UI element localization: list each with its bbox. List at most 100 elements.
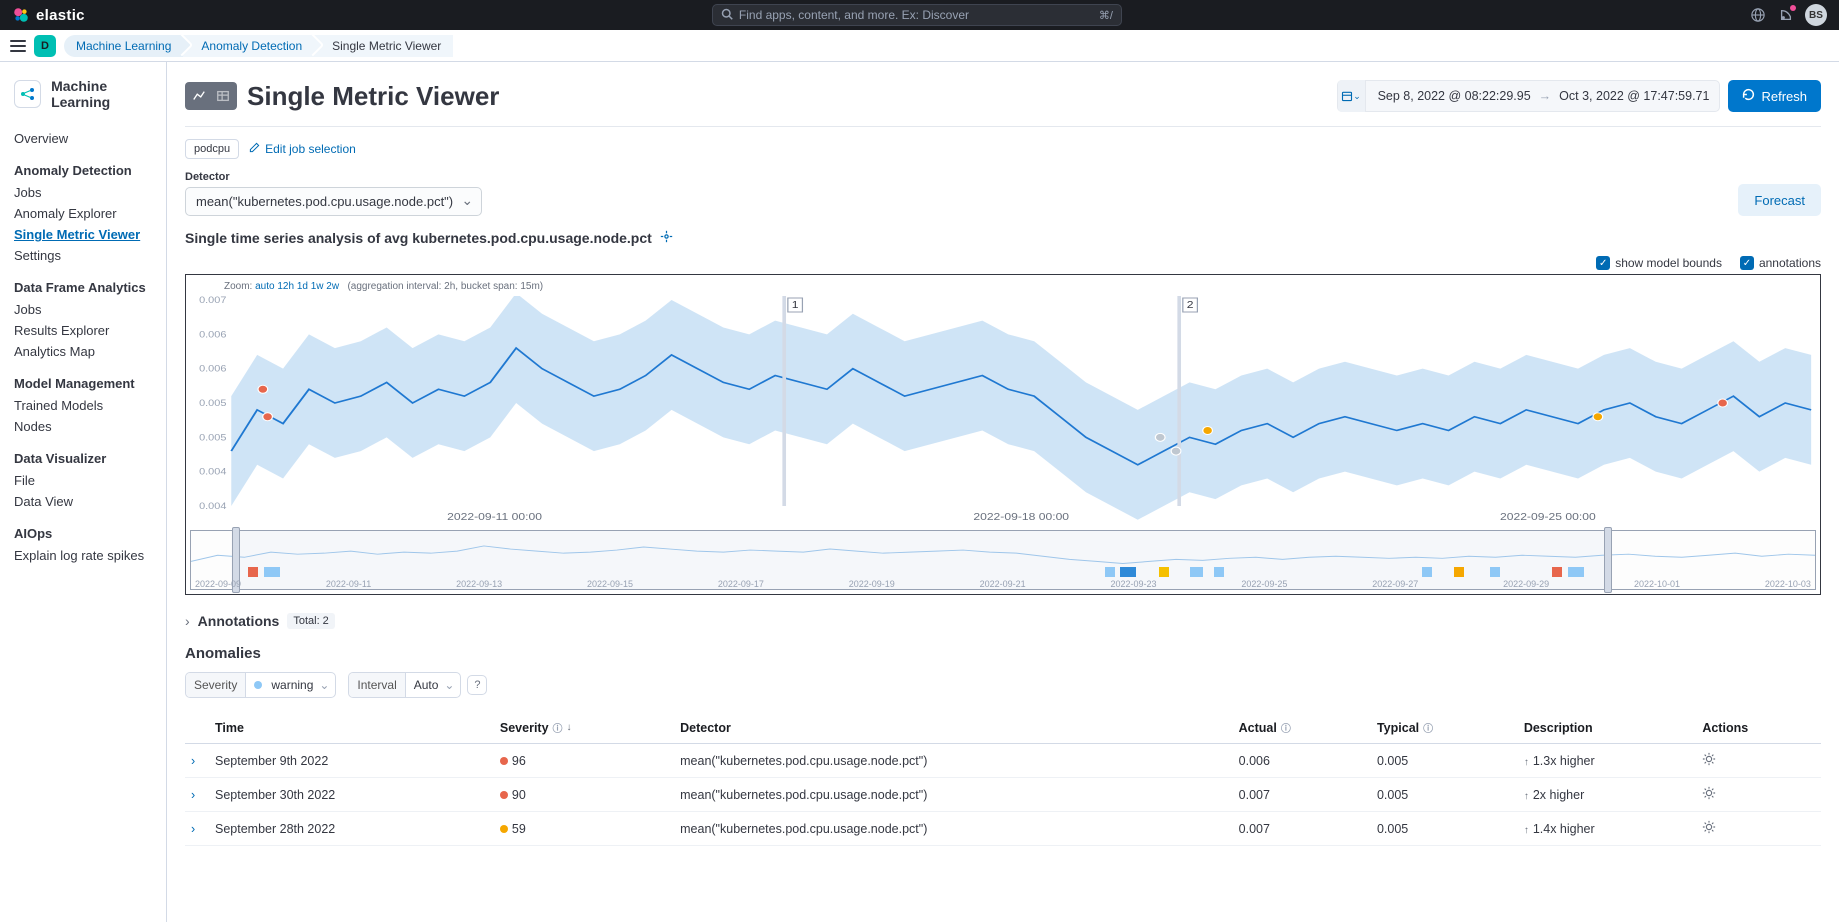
- date-from: Sep 8, 2022 @ 08:22:29.95: [1378, 89, 1531, 103]
- chevron-right-icon: ›: [185, 613, 190, 629]
- table-header[interactable]: Severity ⓘ ↓: [494, 712, 674, 744]
- svg-text:0.006: 0.006: [199, 330, 227, 340]
- breadcrumb-item[interactable]: Anomaly Detection: [183, 35, 314, 57]
- cell-time: September 30th 2022: [209, 778, 494, 812]
- interval-filter[interactable]: Interval Auto: [348, 672, 461, 698]
- cell-detector: mean("kubernetes.pod.cpu.usage.node.pct"…: [674, 778, 1233, 812]
- global-search[interactable]: Find apps, content, and more. Ex: Discov…: [712, 4, 1122, 26]
- svg-text:0.004: 0.004: [199, 502, 227, 512]
- zoom-option[interactable]: auto: [255, 281, 274, 292]
- swimlane-block[interactable]: [1190, 567, 1203, 577]
- cell-detector: mean("kubernetes.pod.cpu.usage.node.pct"…: [674, 744, 1233, 778]
- cell-time: September 9th 2022: [209, 744, 494, 778]
- chart-canvas: 0.0070.0060.0060.0050.0050.0040.00412202…: [190, 296, 1816, 526]
- nav-section-title: Anomaly Detection: [14, 163, 166, 178]
- swimlane-block[interactable]: [264, 567, 280, 577]
- swimlane-block[interactable]: [248, 567, 258, 577]
- sidebar-item[interactable]: Nodes: [14, 416, 166, 437]
- swimlane-block[interactable]: [1568, 567, 1584, 577]
- sidebar-item[interactable]: Single Metric Viewer: [14, 224, 166, 245]
- table-header[interactable]: Description: [1518, 712, 1697, 744]
- table-header[interactable]: Actual ⓘ: [1233, 712, 1371, 744]
- view-mode-toggle[interactable]: [185, 82, 237, 110]
- expand-row-icon[interactable]: ›: [185, 812, 209, 846]
- svg-text:2022-09-25 00:00: 2022-09-25 00:00: [1500, 512, 1596, 523]
- row-actions[interactable]: [1696, 744, 1821, 778]
- sidebar-item[interactable]: Analytics Map: [14, 341, 166, 362]
- sidebar-item[interactable]: Jobs: [14, 182, 166, 203]
- cell-typical: 0.005: [1371, 744, 1518, 778]
- swimlane-block[interactable]: [1552, 567, 1562, 577]
- expand-row-icon[interactable]: ›: [185, 744, 209, 778]
- swimlane-block[interactable]: [1422, 567, 1432, 577]
- sidebar-item[interactable]: Data View: [14, 491, 166, 512]
- help-icon[interactable]: [1749, 6, 1767, 24]
- sidebar-item[interactable]: Settings: [14, 245, 166, 266]
- brand[interactable]: elastic: [12, 6, 85, 24]
- sidebar-item[interactable]: Trained Models: [14, 395, 166, 416]
- cell-typical: 0.005: [1371, 778, 1518, 812]
- sidebar-item[interactable]: File: [14, 470, 166, 491]
- sidebar-item[interactable]: Explain log rate spikes: [14, 545, 166, 566]
- swimlane-block[interactable]: [1490, 567, 1500, 577]
- date-range-picker[interactable]: ⌄ Sep 8, 2022 @ 08:22:29.95 → Oct 3, 202…: [1337, 80, 1721, 112]
- table-header[interactable]: Detector: [674, 712, 1233, 744]
- table-header[interactable]: Typical ⓘ: [1371, 712, 1518, 744]
- cell-time: September 28th 2022: [209, 812, 494, 846]
- swimlane-block[interactable]: [1105, 567, 1115, 577]
- breadcrumb-item[interactable]: Machine Learning: [64, 35, 183, 57]
- breadcrumbs: Machine LearningAnomaly DetectionSingle …: [64, 35, 453, 57]
- context-chart[interactable]: 2022-09-092022-09-112022-09-132022-09-15…: [190, 530, 1816, 590]
- forecast-button[interactable]: Forecast: [1738, 184, 1821, 216]
- chart-view-icon[interactable]: [188, 85, 210, 107]
- annotations-accordion[interactable]: › Annotations Total: 2: [185, 613, 1821, 629]
- space-badge[interactable]: D: [34, 35, 56, 57]
- cell-description: ↑2x higher: [1518, 778, 1697, 812]
- anomalies-title: Anomalies: [185, 645, 1821, 662]
- pencil-icon: [249, 142, 260, 156]
- nav-toggle-icon[interactable]: [10, 38, 26, 54]
- sidebar-item[interactable]: Jobs: [14, 299, 166, 320]
- timeseries-chart[interactable]: Zoom: auto 12h 1d 1w 2w (aggregation int…: [185, 274, 1821, 595]
- row-actions[interactable]: [1696, 812, 1821, 846]
- cell-actual: 0.007: [1233, 812, 1371, 846]
- newsfeed-icon[interactable]: [1777, 6, 1795, 24]
- sidebar-item[interactable]: Anomaly Explorer: [14, 203, 166, 224]
- swimlane-block[interactable]: [1159, 567, 1169, 577]
- table-header[interactable]: Actions: [1696, 712, 1821, 744]
- fullscreen-icon[interactable]: [660, 230, 673, 246]
- sidebar-item[interactable]: Overview: [14, 128, 166, 149]
- nav-section-title: Data Frame Analytics: [14, 280, 166, 295]
- sidebar-item[interactable]: Results Explorer: [14, 320, 166, 341]
- table-header[interactable]: Time: [209, 712, 494, 744]
- cell-severity: 90: [494, 778, 674, 812]
- refresh-icon: [1742, 88, 1755, 104]
- detector-select[interactable]: mean("kubernetes.pod.cpu.usage.node.pct"…: [185, 187, 482, 216]
- severity-filter[interactable]: Severity warning: [185, 672, 336, 698]
- swimlane-block[interactable]: [1454, 567, 1464, 577]
- svg-text:1: 1: [792, 300, 799, 311]
- calendar-icon[interactable]: ⌄: [1338, 80, 1366, 112]
- refresh-button[interactable]: Refresh: [1728, 80, 1821, 112]
- svg-text:0.005: 0.005: [199, 433, 227, 443]
- zoom-option[interactable]: 1w: [308, 281, 324, 292]
- toggle-model-bounds[interactable]: ✓show model bounds: [1596, 256, 1722, 270]
- swimlane-block[interactable]: [1120, 567, 1136, 577]
- sidebar: Machine Learning OverviewAnomaly Detecti…: [0, 62, 167, 922]
- row-actions[interactable]: [1696, 778, 1821, 812]
- zoom-option[interactable]: 2w: [324, 281, 340, 292]
- zoom-option[interactable]: 12h: [275, 281, 294, 292]
- expand-row-icon[interactable]: ›: [185, 778, 209, 812]
- search-placeholder: Find apps, content, and more. Ex: Discov…: [739, 8, 969, 22]
- job-chip[interactable]: podcpu: [185, 139, 239, 159]
- swimlane-block[interactable]: [1214, 567, 1224, 577]
- svg-text:0.007: 0.007: [199, 296, 227, 306]
- zoom-option[interactable]: 1d: [294, 281, 308, 292]
- toggle-annotations[interactable]: ✓annotations: [1740, 256, 1821, 270]
- edit-job-selection-link[interactable]: Edit job selection: [249, 142, 356, 156]
- anomalies-table: TimeSeverity ⓘ ↓DetectorActual ⓘTypical …: [185, 712, 1821, 846]
- user-avatar[interactable]: BS: [1805, 4, 1827, 26]
- info-icon[interactable]: ?: [467, 675, 487, 695]
- table-view-icon[interactable]: [212, 85, 234, 107]
- breadcrumb-item: Single Metric Viewer: [314, 35, 453, 57]
